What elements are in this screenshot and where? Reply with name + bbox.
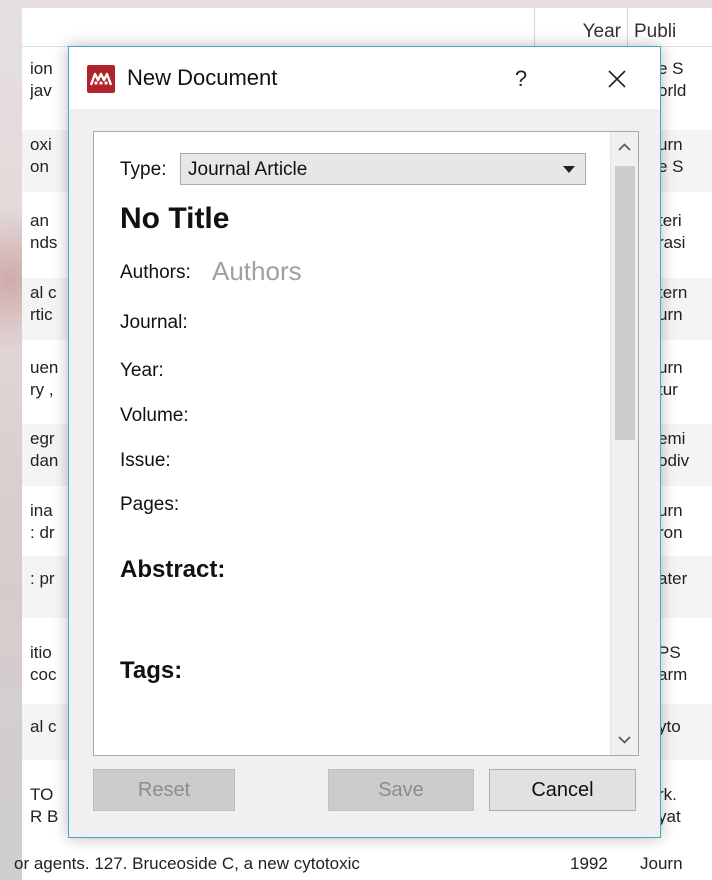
row-cell-right: urn	[658, 501, 683, 520]
dialog-titlebar[interactable]: New Document ?	[69, 47, 660, 109]
mendeley-logo-icon	[87, 65, 115, 93]
scrollbar-thumb[interactable]	[615, 166, 635, 440]
tags-heading: Tags:	[120, 657, 183, 684]
row-cell-right: rk.	[658, 785, 677, 804]
authors-input[interactable]: Authors	[212, 256, 302, 287]
abstract-heading: Abstract:	[120, 556, 226, 583]
chevron-down-icon	[563, 166, 575, 173]
close-button[interactable]	[593, 59, 641, 99]
vertical-scrollbar[interactable]	[610, 132, 638, 755]
type-label: Type:	[120, 159, 167, 180]
type-dropdown[interactable]: Journal Article	[180, 153, 586, 185]
row-year: 1992	[570, 854, 608, 873]
year-label[interactable]: Year:	[120, 360, 164, 382]
document-details-panel: Type: Journal Article No Title Authors: …	[93, 131, 639, 756]
type-dropdown-value: Journal Article	[188, 159, 308, 180]
row-cell-right: rasi	[658, 233, 686, 252]
scroll-down-button[interactable]	[611, 727, 638, 753]
row-cell-right: teri	[658, 211, 682, 230]
row-cell-right: urn	[658, 358, 683, 377]
row-cell-right: yat	[658, 807, 681, 826]
scroll-up-button[interactable]	[611, 134, 638, 160]
new-document-dialog: New Document ? Type: Journal Article No …	[68, 46, 661, 838]
row-cell-right: yto	[658, 717, 681, 736]
authors-label: Authors:	[120, 262, 191, 283]
row-cell-right: e S	[658, 59, 684, 78]
row-cell-right: orld	[658, 81, 687, 100]
row-cell-right: tern	[658, 283, 688, 302]
table-row[interactable]: or agents. 127. Bruceoside C, a new cyto…	[14, 848, 704, 880]
chevron-down-icon	[618, 736, 631, 744]
document-title[interactable]: No Title	[120, 202, 229, 236]
row-cell-right: odiv	[658, 451, 690, 470]
row-cell-right: PS	[658, 643, 681, 662]
dialog-title: New Document	[127, 65, 278, 90]
row-title: or agents. 127. Bruceoside C, a new cyto…	[14, 854, 360, 873]
volume-label[interactable]: Volume:	[120, 405, 189, 427]
pages-label[interactable]: Pages:	[120, 494, 179, 516]
row-cell-right: ater	[658, 569, 688, 588]
row-cell-right: urn	[658, 135, 683, 154]
chevron-up-icon	[618, 143, 631, 151]
row-cell-right: emi	[658, 429, 686, 448]
row-cell-right: tur	[658, 380, 678, 399]
journal-label[interactable]: Journal:	[120, 312, 188, 334]
row-publication: Journ	[640, 854, 683, 873]
row-cell-right: urn	[658, 305, 683, 324]
row-cell-right: ron	[658, 523, 683, 542]
help-button[interactable]: ?	[501, 59, 541, 99]
close-icon	[608, 70, 626, 88]
save-button[interactable]: Save	[328, 769, 474, 811]
cancel-button[interactable]: Cancel	[489, 769, 636, 811]
row-cell-right: arm	[658, 665, 688, 684]
issue-label[interactable]: Issue:	[120, 450, 171, 472]
row-cell-right: e S	[658, 157, 684, 176]
table-header: Year Publi	[22, 8, 712, 47]
reset-button[interactable]: Reset	[93, 769, 235, 811]
column-header-publication[interactable]: Publi	[630, 8, 712, 46]
column-header-year[interactable]: Year	[534, 8, 628, 46]
